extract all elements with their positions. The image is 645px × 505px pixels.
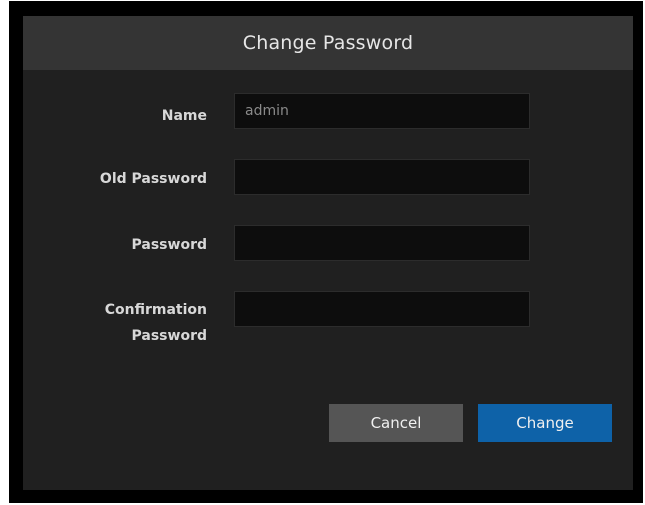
cancel-button[interactable]: Cancel (329, 404, 463, 442)
password-label: Password (131, 237, 207, 253)
confirmation-label-line1: Confirmation (104, 302, 207, 318)
confirmation-label-line2: Password (131, 328, 207, 344)
old-password-field[interactable] (234, 159, 530, 195)
change-button[interactable]: Change (478, 404, 612, 442)
change-password-dialog: Change Password Name Old Password Passwo… (23, 16, 633, 490)
dialog-title: Change Password (23, 16, 633, 70)
confirmation-password-label: Confirmation Password (57, 297, 207, 349)
name-field[interactable] (234, 93, 530, 129)
confirmation-password-field[interactable] (234, 291, 530, 327)
old-password-label: Old Password (99, 171, 207, 187)
name-label: Name (161, 108, 207, 124)
password-field[interactable] (234, 225, 530, 261)
